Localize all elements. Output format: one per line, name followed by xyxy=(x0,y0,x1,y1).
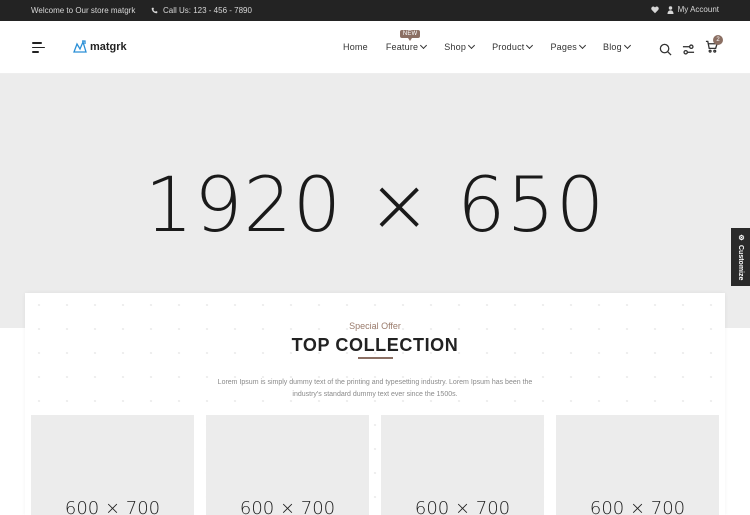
my-account-link[interactable]: My Account xyxy=(667,5,719,14)
hero-placeholder-text: 1920 × 650 xyxy=(144,160,606,249)
hero-banner[interactable]: 1920 × 650 xyxy=(0,74,750,328)
call-text: Call Us: 123 - 456 - 7890 xyxy=(163,6,252,15)
nav-label: Shop xyxy=(444,42,467,52)
sliders-icon: ⚙ xyxy=(737,233,745,242)
chevron-down-icon xyxy=(578,41,587,50)
nav-label: Blog xyxy=(603,42,622,52)
nav-label: Feature xyxy=(385,42,419,52)
chevron-down-icon xyxy=(468,41,476,50)
main-header: matgrk Home NEW Feature Shop Product Pag… xyxy=(0,21,750,74)
header-tools: 2 xyxy=(659,35,723,58)
nav-item-shop[interactable]: Shop xyxy=(444,41,476,52)
top-collection-section: Special Offer TOP COLLECTION Lorem Ipsum… xyxy=(25,293,725,515)
my-account-label: My Account xyxy=(677,5,719,14)
product-grid: 600 × 700 600 × 700 600 × 700 600 × 700 xyxy=(31,415,719,515)
product-card[interactable]: 600 × 700 xyxy=(381,415,544,515)
settings-icon[interactable] xyxy=(682,43,695,56)
customize-label: Customize xyxy=(737,244,744,281)
card-placeholder-text: 600 × 700 xyxy=(414,498,511,515)
nav-item-blog[interactable]: Blog xyxy=(603,41,631,52)
card-placeholder-text: 600 × 700 xyxy=(64,498,161,515)
nav-item-pages[interactable]: Pages xyxy=(550,41,587,52)
product-card[interactable]: 600 × 700 xyxy=(31,415,194,515)
cart-button[interactable]: 2 xyxy=(705,35,723,58)
chevron-down-icon xyxy=(526,41,534,50)
customize-tab[interactable]: ⚙ Customize xyxy=(731,228,750,286)
section-kicker: Special Offer xyxy=(349,321,401,331)
chevron-down-icon xyxy=(623,41,631,50)
call-info: Call Us: 123 - 456 - 7890 xyxy=(151,6,252,15)
menu-icon[interactable] xyxy=(32,42,45,53)
section-description: Lorem Ipsum is simply dummy text of the … xyxy=(217,379,533,398)
product-card[interactable]: 600 × 700 xyxy=(206,415,369,515)
nav-label: Product xyxy=(492,42,525,52)
nav-item-product[interactable]: Product xyxy=(492,41,534,52)
phone-icon xyxy=(151,7,158,14)
site-logo[interactable]: matgrk xyxy=(73,40,127,53)
nav-label: Pages xyxy=(550,42,578,52)
user-icon xyxy=(667,5,674,14)
card-placeholder-text: 600 × 700 xyxy=(589,498,686,515)
section-title: TOP COLLECTION xyxy=(291,335,459,355)
logo-icon xyxy=(73,40,87,53)
title-underline xyxy=(358,357,393,359)
card-placeholder-text: 600 × 700 xyxy=(239,498,336,515)
chevron-down-icon xyxy=(420,41,428,50)
new-badge: NEW xyxy=(399,30,421,41)
nav-item-home[interactable]: Home xyxy=(343,42,368,52)
main-nav: Home NEW Feature Shop Product Pages Blog xyxy=(343,30,648,52)
cart-count-badge: 2 xyxy=(713,35,723,45)
product-card[interactable]: 600 × 700 xyxy=(556,415,719,515)
top-bar: Welcome to Our store matgrk Call Us: 123… xyxy=(0,0,750,21)
search-icon[interactable] xyxy=(659,43,672,56)
logo-text: matgrk xyxy=(90,40,127,53)
welcome-text: Welcome to Our store matgrk xyxy=(31,6,136,15)
nav-label: Home xyxy=(343,42,368,52)
heart-icon[interactable] xyxy=(650,6,659,14)
nav-item-feature[interactable]: NEW Feature xyxy=(385,30,428,52)
